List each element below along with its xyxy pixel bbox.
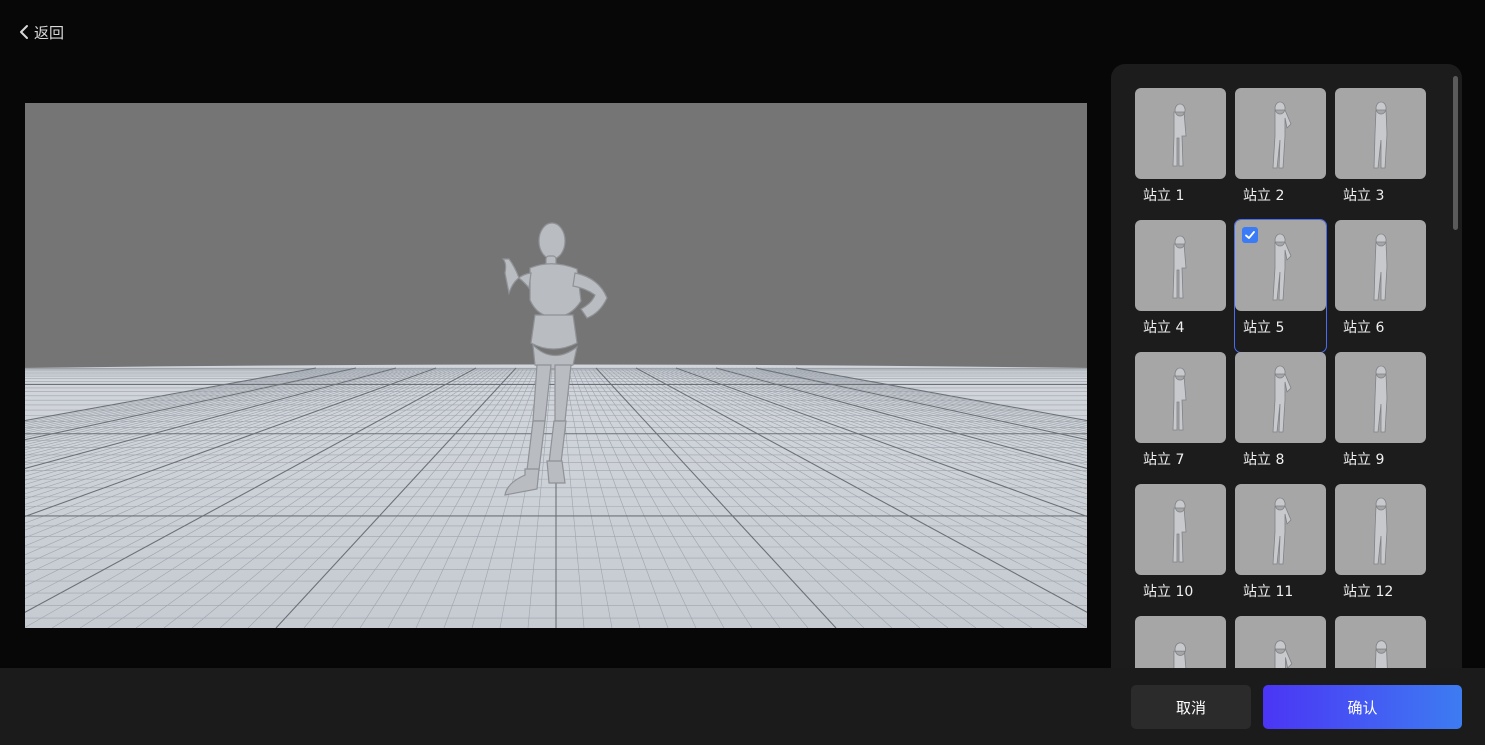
pose-label: 站立 4 <box>1143 320 1185 336</box>
pose-label: 站立 5 <box>1243 320 1285 336</box>
checkmark-icon <box>1242 227 1258 243</box>
mannequin-pose-image <box>1373 497 1388 565</box>
pose-thumbnail <box>1235 88 1326 179</box>
pose-thumbnail <box>1335 352 1426 443</box>
confirm-button[interactable]: 确认 <box>1263 685 1462 729</box>
pose-card[interactable]: 站立 7 <box>1135 352 1226 484</box>
pose-list-panel[interactable]: 站立 1 站立 2 站立 3 站立 4 站立 5 站立 6 站立 7 站立 8 站立 9 站立 1… <box>1111 64 1462 668</box>
pose-card[interactable]: 站立 5 <box>1234 219 1327 353</box>
pose-label: 站立 3 <box>1343 188 1385 204</box>
mannequin-pose-image <box>1373 365 1388 433</box>
pose-thumbnail <box>1335 484 1426 575</box>
pose-card[interactable] <box>1335 616 1426 668</box>
pose-card[interactable]: 站立 12 <box>1335 484 1426 616</box>
cancel-button[interactable]: 取消 <box>1131 685 1251 729</box>
pose-thumbnail <box>1335 220 1426 311</box>
pose-label: 站立 8 <box>1243 452 1285 468</box>
3d-scene <box>25 103 1087 628</box>
pose-thumbnail <box>1235 616 1326 668</box>
mannequin-pose-image <box>1172 499 1187 563</box>
pose-card[interactable]: 站立 3 <box>1335 88 1426 220</box>
pose-card[interactable]: 站立 11 <box>1235 484 1326 616</box>
pose-card[interactable]: 站立 9 <box>1335 352 1426 484</box>
mannequin-pose-image <box>1374 640 1388 668</box>
pose-thumbnail <box>1235 352 1326 443</box>
pose-label: 站立 1 <box>1143 188 1185 204</box>
pose-card[interactable]: 站立 8 <box>1235 352 1326 484</box>
pose-label: 站立 7 <box>1143 452 1185 468</box>
pose-thumbnail <box>1235 220 1326 311</box>
back-label: 返回 <box>34 23 65 42</box>
pose-label: 站立 2 <box>1243 188 1285 204</box>
mannequin-pose-image <box>1272 497 1292 565</box>
pose-label: 站立 11 <box>1243 584 1294 600</box>
pose-thumbnail <box>1135 220 1226 311</box>
pose-thumbnail <box>1135 88 1226 179</box>
mannequin-pose-image <box>1172 103 1187 167</box>
3d-preview-viewport[interactable] <box>25 103 1087 628</box>
mannequin-pose-image <box>1272 365 1292 433</box>
pose-card[interactable]: 站立 4 <box>1135 220 1226 352</box>
pose-thumbnail <box>1135 484 1226 575</box>
mannequin-pose-image <box>1272 101 1292 169</box>
chevron-left-icon <box>18 24 30 40</box>
pose-thumbnail <box>1135 616 1226 668</box>
pose-thumbnail <box>1335 616 1426 668</box>
pose-thumbnail <box>1335 88 1426 179</box>
pose-card[interactable]: 站立 10 <box>1135 484 1226 616</box>
pose-thumbnail <box>1135 352 1226 443</box>
pose-card[interactable] <box>1235 616 1326 668</box>
mannequin-pose-image <box>1172 235 1187 299</box>
mannequin-pose-image <box>1172 367 1187 431</box>
pose-grid: 站立 1 站立 2 站立 3 站立 4 站立 5 站立 6 站立 7 站立 8 站立 9 站立 1… <box>1135 88 1427 668</box>
pose-card[interactable] <box>1135 616 1226 668</box>
mannequin-pose-image <box>1373 233 1388 301</box>
pose-list-scrollbar[interactable] <box>1453 76 1458 230</box>
back-button[interactable]: 返回 <box>18 20 64 44</box>
pose-thumbnail <box>1235 484 1326 575</box>
footer-bar: 取消 确认 <box>0 668 1485 745</box>
pose-label: 站立 10 <box>1143 584 1194 600</box>
pose-selector-app: 返回 站立 1 站立 2 站立 3 站立 4 站立 5 站立 6 站立 7 站立… <box>0 0 1485 745</box>
pose-label: 站立 6 <box>1343 320 1385 336</box>
pose-card[interactable]: 站立 1 <box>1135 88 1226 220</box>
pose-card[interactable]: 站立 2 <box>1235 88 1326 220</box>
pose-label: 站立 12 <box>1343 584 1394 600</box>
mannequin-pose-image <box>1274 640 1293 668</box>
pose-card[interactable]: 站立 6 <box>1335 220 1426 352</box>
mannequin-pose-image <box>1173 642 1187 668</box>
mannequin-pose-image <box>1373 101 1388 169</box>
pose-label: 站立 9 <box>1343 452 1385 468</box>
